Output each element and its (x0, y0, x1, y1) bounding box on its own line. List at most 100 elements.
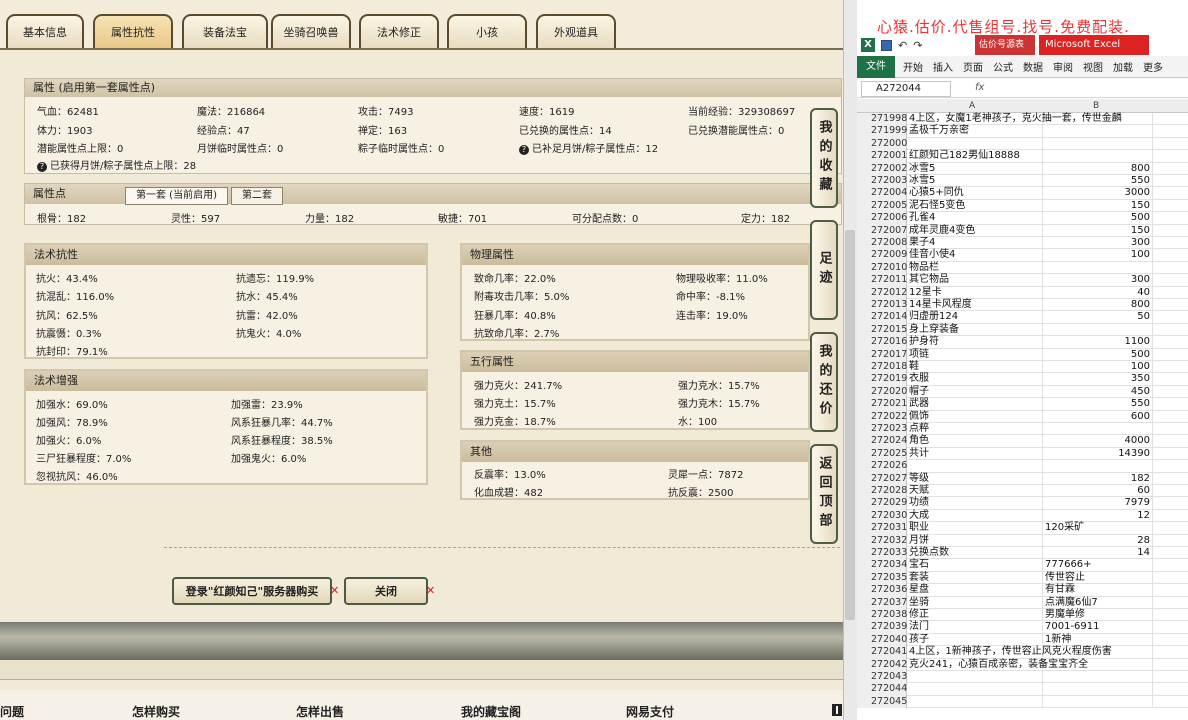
cell-b[interactable]: 182 (1043, 472, 1153, 485)
cell-a[interactable]: 共计 (907, 447, 1043, 461)
cell-a[interactable]: 坐骑 (907, 596, 1043, 609)
cell-b[interactable]: 12 (1043, 509, 1153, 523)
cell-b[interactable]: 100 (1043, 361, 1153, 374)
ribbon-tab-view[interactable]: 视图 (1078, 59, 1108, 74)
cell-a[interactable]: 成年灵鹿4变色 (907, 224, 1043, 237)
cell-b[interactable] (1043, 150, 1153, 163)
row-number[interactable]: 272010 (857, 261, 907, 275)
cell-a[interactable]: 角色 (907, 435, 1043, 448)
row-number[interactable]: 272034 (857, 559, 907, 572)
side-button-favorites[interactable]: 我的收藏 (810, 108, 838, 208)
row-number[interactable]: 272013 (857, 299, 907, 312)
cell-b[interactable] (1043, 460, 1153, 473)
row-number[interactable]: 272014 (857, 311, 907, 324)
cell-a[interactable]: 帽子 (907, 385, 1043, 399)
cell-a[interactable]: 护身符 (907, 336, 1043, 349)
row-number[interactable]: 272040 (857, 633, 907, 647)
row-number[interactable]: 272012 (857, 286, 907, 299)
cell-a[interactable]: 套装 (907, 571, 1043, 585)
row-number[interactable]: 272044 (857, 683, 907, 696)
tab-attributes[interactable]: 属性抗性 (93, 14, 173, 48)
cell-b[interactable] (1043, 695, 1153, 709)
row-number[interactable]: 272000 (857, 137, 907, 151)
row-number[interactable]: 272006 (857, 212, 907, 225)
cell-b[interactable] (1043, 113, 1153, 126)
ribbon-tab-data[interactable]: 数据 (1018, 59, 1048, 74)
footer-link-how-to-sell[interactable]: 怎样出售 (296, 703, 344, 720)
row-number[interactable]: 272004 (857, 187, 907, 200)
close-button[interactable]: 关闭 (344, 577, 428, 605)
row-number[interactable]: 272016 (857, 336, 907, 349)
cell-a[interactable]: 孩子 (907, 633, 1043, 647)
cell-b[interactable]: 550 (1043, 175, 1153, 188)
row-number[interactable]: 272035 (857, 571, 907, 585)
cell-a[interactable]: 冰雪5 (907, 175, 1043, 188)
row-number[interactable]: 272041 (857, 646, 907, 659)
cell-a[interactable]: 月饼 (907, 534, 1043, 547)
row-number[interactable]: 272029 (857, 497, 907, 510)
cell-b[interactable]: 7001-6911 (1043, 621, 1153, 634)
cell-b[interactable] (1043, 683, 1153, 696)
tab-child[interactable]: 小孩 (447, 14, 527, 48)
redo-icon[interactable]: ↷ (913, 39, 922, 52)
cell-a[interactable]: 兑换点数 (907, 547, 1043, 560)
cell-b[interactable]: 50 (1043, 311, 1153, 324)
cell-a[interactable]: 14星卡风程度 (907, 299, 1043, 312)
row-number[interactable]: 272042 (857, 658, 907, 671)
side-button-back-to-top[interactable]: 返回顶部 (810, 444, 838, 544)
row-number[interactable]: 272039 (857, 621, 907, 634)
cell-a[interactable]: 物品栏 (907, 261, 1043, 275)
row-number[interactable]: 272008 (857, 237, 907, 250)
cell-a[interactable] (907, 683, 1043, 696)
cell-b[interactable] (1043, 423, 1153, 436)
cell-a[interactable]: 修正 (907, 609, 1043, 622)
cell-a[interactable]: 等级 (907, 472, 1043, 485)
cell-b[interactable]: 800 (1043, 162, 1153, 175)
cell-b[interactable]: 500 (1043, 212, 1153, 225)
row-number[interactable]: 272037 (857, 596, 907, 609)
ribbon-tab-more[interactable]: 更多 (1138, 59, 1168, 74)
cell-a[interactable]: 孟极千万亲密 (907, 125, 1043, 138)
row-number[interactable]: 272038 (857, 609, 907, 622)
save-icon[interactable] (881, 39, 892, 51)
row-number[interactable]: 272018 (857, 361, 907, 374)
cell-b[interactable]: 14 (1043, 547, 1153, 560)
cell-b[interactable] (1043, 137, 1153, 151)
cell-b[interactable]: 600 (1043, 410, 1153, 423)
row-number[interactable]: 271999 (857, 125, 907, 138)
cell-b[interactable]: 1100 (1043, 336, 1153, 349)
row-number[interactable]: 272023 (857, 423, 907, 436)
cell-b[interactable] (1043, 261, 1153, 275)
cell-b[interactable]: 150 (1043, 224, 1153, 237)
cell-b[interactable]: 300 (1043, 274, 1153, 287)
cell-b[interactable]: 7979 (1043, 497, 1153, 510)
fx-icon[interactable]: fx (975, 82, 984, 93)
tab-basic-info[interactable]: 基本信息 (6, 14, 84, 48)
row-number[interactable]: 272045 (857, 695, 907, 709)
column-header-b[interactable]: B (1093, 99, 1099, 113)
undo-icon[interactable]: ↶ (898, 39, 907, 52)
cell-b[interactable]: 14390 (1043, 447, 1153, 461)
row-number[interactable]: 272002 (857, 162, 907, 175)
row-number[interactable]: 272022 (857, 410, 907, 423)
row-number[interactable]: 272020 (857, 385, 907, 399)
cell-a[interactable]: 佩饰 (907, 410, 1043, 423)
cell-a[interactable]: 果子4 (907, 237, 1043, 250)
footer-link-faq[interactable]: 问题 (0, 703, 24, 720)
row-number[interactable]: 272027 (857, 472, 907, 485)
qr-icon[interactable] (832, 704, 842, 716)
cell-b[interactable]: 4000 (1043, 435, 1153, 448)
cell-b[interactable] (1043, 671, 1153, 684)
cell-a[interactable]: 其它物品 (907, 274, 1043, 287)
footer-link-netease-pay[interactable]: 网易支付 (626, 703, 674, 720)
side-button-my-bargains[interactable]: 我的还价 (810, 332, 838, 432)
cell-a[interactable]: 职业 (907, 522, 1043, 535)
points-subtab-set2[interactable]: 第二套 (231, 187, 283, 205)
row-number[interactable]: 272033 (857, 547, 907, 560)
cell-a[interactable] (907, 695, 1043, 709)
cell-a[interactable]: 身上穿装备 (907, 323, 1043, 337)
footer-link-my-treasure[interactable]: 我的藏宝阁 (461, 703, 521, 720)
row-number[interactable]: 272011 (857, 274, 907, 287)
cell-a[interactable]: 宝石 (907, 559, 1043, 572)
cell-b[interactable]: 60 (1043, 485, 1153, 498)
